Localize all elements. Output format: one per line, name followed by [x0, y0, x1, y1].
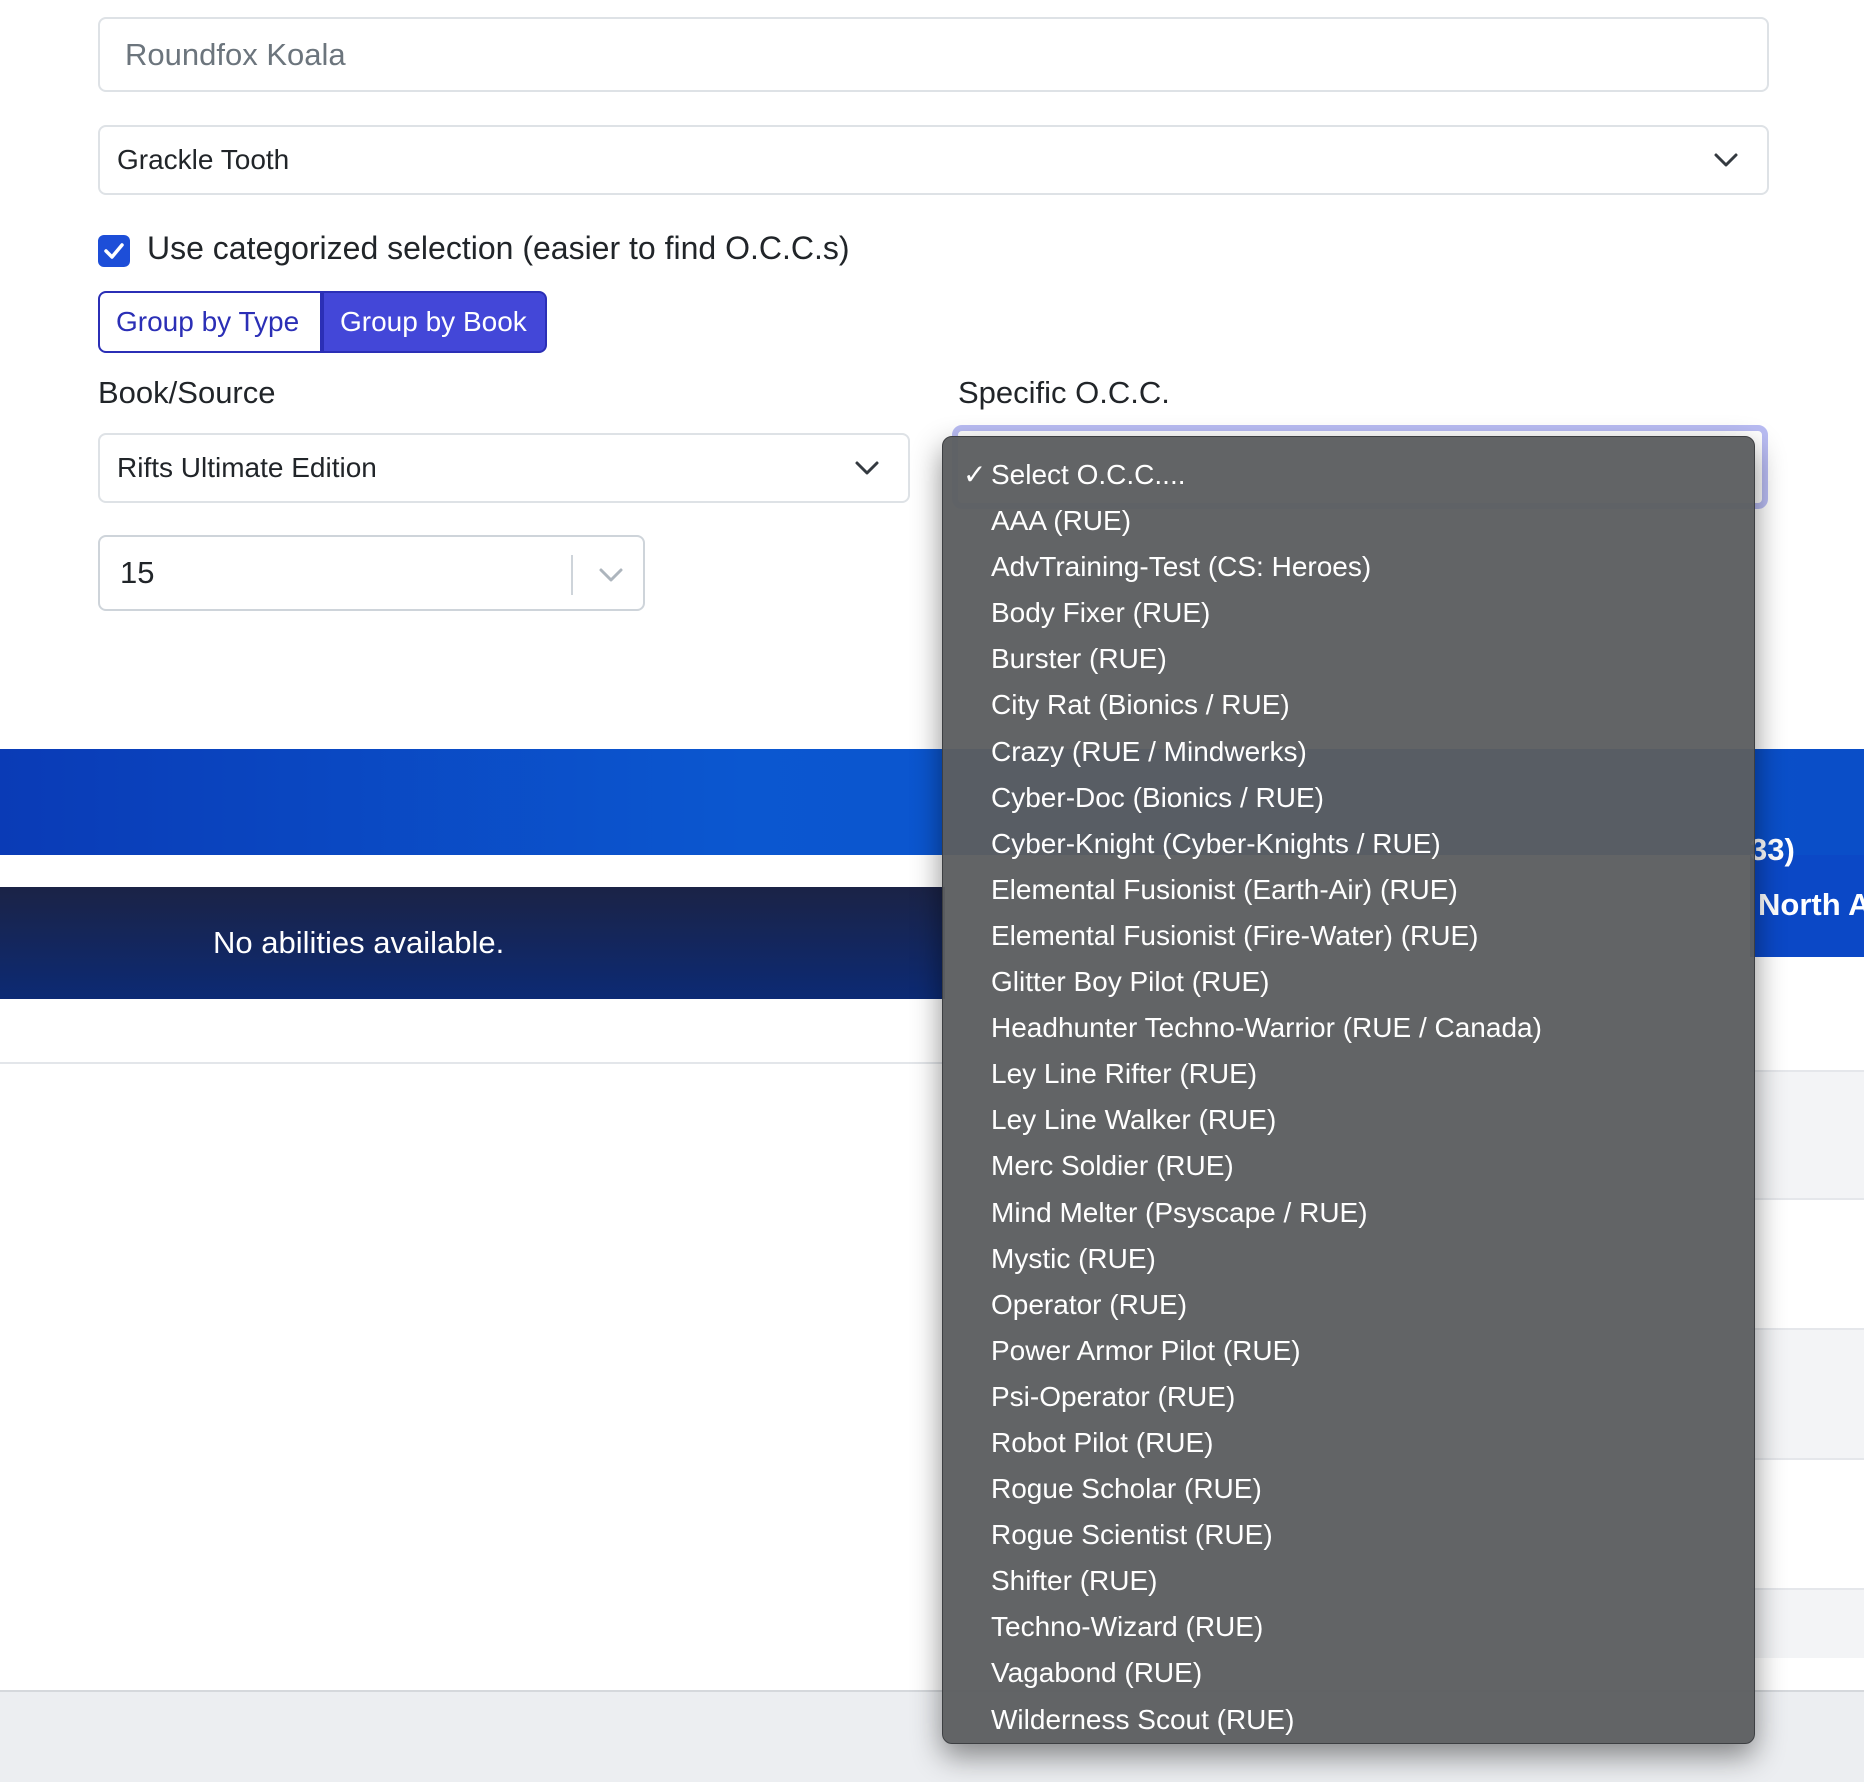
occ-option[interactable]: Headhunter Techno-Warrior (RUE / Canada) [943, 1005, 1754, 1051]
occ-option-label: Merc Soldier (RUE) [991, 1150, 1234, 1182]
occ-option-label: Body Fixer (RUE) [991, 597, 1211, 629]
occ-option-label: City Rat (Bionics / RUE) [991, 689, 1290, 721]
group-by-type-button[interactable]: Group by Type [98, 291, 322, 353]
occ-option-label: Select O.C.C.... [991, 459, 1186, 490]
occ-option[interactable]: Shifter (RUE) [943, 1558, 1754, 1604]
occ-option-label: Robot Pilot (RUE) [991, 1426, 1214, 1458]
character-select-value: Grackle Tooth [117, 144, 290, 175]
divider [0, 1062, 945, 1064]
occ-option[interactable]: Cyber-Knight (Cyber-Knights / RUE) [943, 821, 1754, 867]
occ-option[interactable]: AdvTraining-Test (CS: Heroes) [943, 544, 1754, 590]
occ-option[interactable]: Rogue Scientist (RUE) [943, 1512, 1754, 1558]
occ-option-label: Crazy (RUE / Mindwerks) [991, 735, 1307, 767]
level-select[interactable]: 15 [98, 535, 645, 611]
occ-option[interactable]: Merc Soldier (RUE) [943, 1143, 1754, 1189]
book-source-value: Rifts Ultimate Edition [117, 452, 377, 483]
character-name-input[interactable]: Roundfox Koala [98, 17, 1769, 92]
occ-option-label: Power Armor Pilot (RUE) [991, 1334, 1301, 1366]
book-source-label: Book/Source [98, 375, 276, 410]
occ-option-label: Rogue Scholar (RUE) [991, 1473, 1262, 1505]
chevron-down-icon [855, 461, 879, 475]
occ-option[interactable]: City Rat (Bionics / RUE) [943, 682, 1754, 728]
table-row [1750, 1070, 1864, 1200]
table-row [1750, 1458, 1864, 1590]
occ-option-label: Glitter Boy Pilot (RUE) [991, 966, 1270, 998]
occ-option[interactable]: Body Fixer (RUE) [943, 590, 1754, 636]
occ-option[interactable]: Mystic (RUE) [943, 1236, 1754, 1282]
occ-dropdown-list: ✓ Select O.C.C.... AAA (RUE) AdvTraining-Te… [942, 436, 1755, 1744]
occ-option-label: Shifter (RUE) [991, 1565, 1158, 1597]
occ-option-label: Wilderness Scout (RUE) [991, 1703, 1295, 1735]
no-abilities-message: No abilities available. [213, 925, 505, 960]
occ-option[interactable]: Ley Line Rifter (RUE) [943, 1051, 1754, 1097]
occ-option-label: Elemental Fusionist (Fire-Water) (RUE) [991, 919, 1479, 951]
select-separator [571, 555, 573, 595]
occ-option[interactable]: Elemental Fusionist (Earth-Air) (RUE) [943, 867, 1754, 913]
checkmark-icon [104, 243, 124, 259]
occ-option-label: AdvTraining-Test (CS: Heroes) [991, 551, 1372, 583]
occ-option-label: Mystic (RUE) [991, 1242, 1156, 1274]
header-fragment-text: 33) [1750, 832, 1795, 867]
occ-option-label: Techno-Wizard (RUE) [991, 1611, 1264, 1643]
occ-option-label: Ley Line Walker (RUE) [991, 1104, 1277, 1136]
occ-option[interactable]: Ley Line Walker (RUE) [943, 1097, 1754, 1143]
occ-option[interactable]: Crazy (RUE / Mindwerks) [943, 729, 1754, 775]
occ-option[interactable]: Cyber-Doc (Bionics / RUE) [943, 775, 1754, 821]
occ-option[interactable]: Elemental Fusionist (Fire-Water) (RUE) [943, 913, 1754, 959]
header-fragment-text-2: North A [1758, 887, 1864, 922]
occ-option[interactable]: Glitter Boy Pilot (RUE) [943, 959, 1754, 1005]
use-categorized-label[interactable]: Use categorized selection (easier to fin… [147, 230, 850, 267]
occ-option-label: Elemental Fusionist (Earth-Air) (RUE) [991, 873, 1458, 905]
occ-option[interactable]: Wilderness Scout (RUE) [943, 1697, 1754, 1743]
table-row [1750, 1328, 1864, 1460]
occ-option[interactable]: AAA (RUE) [943, 498, 1754, 544]
character-name-value: Roundfox Koala [125, 36, 346, 72]
occ-option[interactable]: Rogue Scholar (RUE) [943, 1466, 1754, 1512]
table-row [1750, 1198, 1864, 1330]
chevron-down-icon [1714, 153, 1738, 167]
occ-option-label: Mind Melter (Psyscape / RUE) [991, 1196, 1368, 1228]
occ-option[interactable]: Psi-Operator (RUE) [943, 1374, 1754, 1420]
group-by-book-button[interactable]: Group by Book [322, 291, 547, 353]
occ-option[interactable]: Power Armor Pilot (RUE) [943, 1328, 1754, 1374]
table-row [1750, 1588, 1864, 1658]
occ-option-label: Ley Line Rifter (RUE) [991, 1058, 1258, 1090]
use-categorized-checkbox[interactable] [98, 235, 130, 267]
occ-option[interactable]: Operator (RUE) [943, 1282, 1754, 1328]
occ-option-label: Operator (RUE) [991, 1288, 1188, 1320]
occ-option-label: Cyber-Doc (Bionics / RUE) [991, 781, 1324, 813]
group-toggle: Group by Type Group by Book [98, 291, 547, 353]
occ-option-label: AAA (RUE) [991, 505, 1132, 537]
occ-option[interactable]: Burster (RUE) [943, 636, 1754, 682]
occ-option[interactable]: Robot Pilot (RUE) [943, 1420, 1754, 1466]
occ-option-label: Psi-Operator (RUE) [991, 1380, 1236, 1412]
occ-option-label: Headhunter Techno-Warrior (RUE / Canada) [991, 1012, 1542, 1044]
occ-option[interactable]: ✓ Select O.C.C.... [943, 452, 1754, 498]
occ-option[interactable]: Vagabond (RUE) [943, 1650, 1754, 1696]
chevron-down-icon[interactable] [598, 567, 624, 583]
specific-occ-label: Specific O.C.C. [958, 375, 1170, 410]
book-source-select[interactable]: Rifts Ultimate Edition [98, 433, 910, 503]
checkmark-icon: ✓ [963, 459, 987, 490]
level-value: 15 [120, 555, 155, 590]
occ-option[interactable]: Mind Melter (Psyscape / RUE) [943, 1190, 1754, 1236]
occ-option-label: Cyber-Knight (Cyber-Knights / RUE) [991, 827, 1441, 859]
occ-option-label: Burster (RUE) [991, 643, 1167, 675]
character-select[interactable]: Grackle Tooth [98, 125, 1769, 195]
occ-option-label: Vagabond (RUE) [991, 1657, 1203, 1689]
occ-option-label: Rogue Scientist (RUE) [991, 1519, 1273, 1551]
occ-option[interactable]: Techno-Wizard (RUE) [943, 1604, 1754, 1650]
